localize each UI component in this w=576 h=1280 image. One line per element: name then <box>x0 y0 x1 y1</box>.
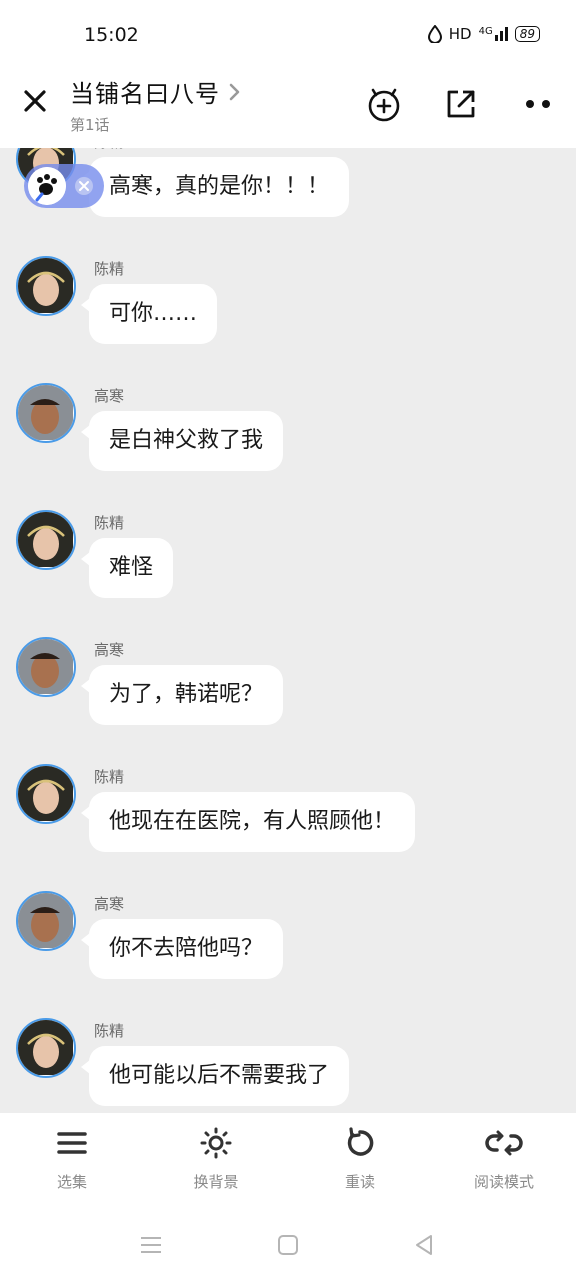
chat-area[interactable]: 陈精 高寒，真的是你！！！ 陈精 可你…… 高寒 是白神父救了我 陈精 难怪 高… <box>0 148 576 1113</box>
message-bubble[interactable]: 他现在在医院，有人照顾他！ <box>80 792 416 852</box>
speaker-name: 高寒 <box>94 641 125 659</box>
status-time: 15:02 <box>84 24 139 46</box>
close-icon[interactable] <box>74 176 94 196</box>
chat-message: 陈精 他现在在医院，有人照顾他！ <box>0 764 576 874</box>
menu-icon[interactable] <box>138 1232 164 1258</box>
chevron-right-icon[interactable] <box>228 81 242 103</box>
speaker-name: 陈精 <box>94 514 125 532</box>
sun-icon <box>200 1127 232 1159</box>
message-bubble[interactable]: 难怪 <box>80 538 174 598</box>
loop-icon <box>485 1130 523 1156</box>
read-mode-label: 阅读模式 <box>473 1173 534 1191</box>
data-saver-icon <box>427 25 442 43</box>
chat-message: 高寒 为了，韩诺呢？ <box>0 637 576 747</box>
signal-label: 4G <box>478 26 493 37</box>
status-icons: HD 4G 89 <box>427 25 540 43</box>
background-label: 换背景 <box>193 1173 239 1191</box>
read-mode-button[interactable]: 阅读模式 <box>444 1127 564 1207</box>
chat-message: 高寒 是白神父救了我 <box>0 383 576 493</box>
message-bubble[interactable]: 高寒，真的是你！！！ <box>80 157 350 217</box>
chat-message: 陈精 他可能以后不需要我了 <box>0 1018 576 1113</box>
story-title[interactable]: 当铺名曰八号 <box>70 74 220 109</box>
add-character-icon[interactable] <box>364 84 404 124</box>
reread-button[interactable]: 重读 <box>300 1127 420 1207</box>
more-icon[interactable] <box>518 84 558 124</box>
header: 当铺名曰八号 第1话 <box>0 66 576 148</box>
reload-icon <box>347 1127 374 1156</box>
bottom-toolbar: 选集 换背景 重读 阅读模式 <box>0 1113 576 1210</box>
speaker-name: 陈精 <box>94 1022 125 1040</box>
floating-widget[interactable] <box>24 164 104 208</box>
chat-message: 陈精 可你…… <box>0 256 576 366</box>
chat-message: 陈精 难怪 <box>0 510 576 620</box>
episodes-label: 选集 <box>56 1173 87 1191</box>
background-button[interactable]: 换背景 <box>156 1127 276 1207</box>
message-bubble[interactable]: 你不去陪他吗？ <box>80 919 284 979</box>
home-icon[interactable] <box>275 1232 301 1258</box>
speaker-name: 陈精 <box>94 260 125 278</box>
speaker-name: 陈精 <box>94 148 124 152</box>
network-type: HD <box>448 25 472 43</box>
chat-message: 高寒 你不去陪他吗？ <box>0 891 576 1001</box>
paw-icon[interactable] <box>28 167 66 205</box>
close-icon[interactable] <box>18 84 52 118</box>
avatar[interactable] <box>16 510 76 570</box>
battery-icon: 89 <box>514 26 540 42</box>
message-bubble[interactable]: 是白神父救了我 <box>80 411 284 471</box>
status-bar: 15:02 HD 4G 89 <box>0 0 576 66</box>
system-nav-bar <box>0 1210 576 1280</box>
episodes-button[interactable]: 选集 <box>12 1127 132 1207</box>
avatar[interactable] <box>16 383 76 443</box>
reread-label: 重读 <box>344 1173 375 1191</box>
message-bubble[interactable]: 为了，韩诺呢？ <box>80 665 284 725</box>
episode-label: 第1话 <box>70 116 110 134</box>
avatar[interactable] <box>16 764 76 824</box>
message-bubble[interactable]: 可你…… <box>80 284 218 344</box>
avatar[interactable] <box>16 891 76 951</box>
signal-icon: 4G <box>479 27 508 41</box>
speaker-name: 高寒 <box>94 895 125 913</box>
back-icon[interactable] <box>411 1232 437 1258</box>
list-icon <box>57 1132 87 1154</box>
avatar[interactable] <box>16 256 76 316</box>
avatar[interactable] <box>16 637 76 697</box>
avatar[interactable] <box>16 1018 76 1078</box>
message-bubble[interactable]: 他可能以后不需要我了 <box>80 1046 350 1106</box>
speaker-name: 陈精 <box>94 768 125 786</box>
share-icon[interactable] <box>441 84 481 124</box>
title-area[interactable]: 当铺名曰八号 第1话 <box>70 74 242 135</box>
speaker-name: 高寒 <box>94 387 125 405</box>
